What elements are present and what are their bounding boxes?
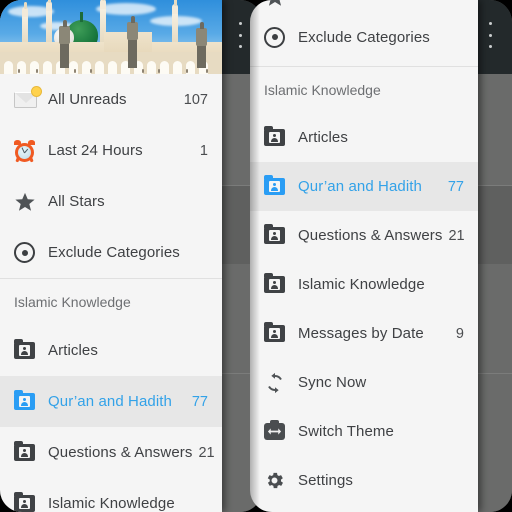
drawer-item-label: All Stars	[48, 193, 105, 210]
drawer-header-image	[0, 0, 222, 74]
folder-contact-icon	[264, 126, 298, 146]
drawer-item-label: Articles	[48, 342, 98, 359]
folder-contact-icon	[264, 175, 298, 195]
drawer-item-label: Exclude Categories	[298, 28, 430, 46]
overflow-menu-icon[interactable]	[482, 22, 498, 48]
drawer-action-switch-theme[interactable]: Switch Theme	[250, 407, 478, 456]
drawer-category-articles[interactable]: Articles	[0, 325, 222, 376]
drawer-item-count: 9	[455, 325, 464, 342]
drawer-item-label: Sync Now	[298, 374, 367, 391]
alarm-clock-icon	[14, 140, 48, 163]
folder-contact-icon	[14, 390, 48, 410]
drawer-category-quran-and-hadith[interactable]: Qur’an and Hadith 77	[250, 162, 478, 211]
phone-screen-right: e to ates: om ding e to ited, ay do	[250, 0, 512, 512]
drawer-category-quran-and-hadith[interactable]: Qur’an and Hadith 77	[0, 376, 222, 427]
screenshot-composite: e to ates: om ding e to ited, ay do	[0, 0, 512, 512]
drawer-action-settings[interactable]: Settings	[250, 456, 478, 505]
drawer-category-islamic-knowledge[interactable]: Islamic Knowledge	[250, 260, 478, 309]
switch-theme-icon	[264, 420, 298, 440]
drawer-item-count: 21	[448, 227, 465, 244]
drawer-item-label: Last 24 Hours	[48, 142, 143, 159]
folder-contact-icon	[264, 224, 298, 244]
drawer-category-articles[interactable]: Articles	[250, 113, 478, 162]
drawer-section-title: Islamic Knowledge	[264, 82, 381, 98]
drawer-item-exclude-categories[interactable]: Exclude Categories	[250, 8, 478, 66]
star-icon	[14, 191, 48, 213]
overflow-menu-icon[interactable]	[232, 22, 248, 48]
target-icon	[264, 26, 298, 48]
drawer-item-exclude-categories[interactable]: Exclude Categories	[0, 227, 222, 278]
drawer-item-label: Settings	[298, 472, 353, 489]
folder-contact-icon	[14, 339, 48, 359]
star-icon	[264, 0, 298, 8]
drawer-item-label: Questions & Answers	[48, 444, 193, 461]
drawer-category-questions-answers[interactable]: Questions & Answers 21	[250, 211, 478, 260]
drawer-item-count: 21	[198, 444, 215, 461]
folder-contact-icon	[14, 441, 48, 461]
drawer-item-last-24-hours[interactable]: Last 24 Hours 1	[0, 125, 222, 176]
drawer-category-islamic-knowledge[interactable]: Islamic Knowledge	[0, 478, 222, 512]
drawer-item-label: Articles	[298, 129, 348, 146]
drawer-item-count: 77	[191, 393, 208, 410]
drawer-item-all-stars[interactable]: All Stars	[0, 176, 222, 227]
folder-contact-icon	[264, 322, 298, 342]
folder-contact-icon	[14, 492, 48, 512]
drawer-item-label: Qur’an and Hadith	[298, 178, 422, 195]
drawer-item-count: 1	[199, 142, 208, 159]
phone-screen-left: e to ates: om ding e to ited, ay do	[0, 0, 262, 512]
target-icon	[14, 242, 48, 263]
drawer-item-label: Qur’an and Hadith	[48, 393, 172, 410]
sync-icon	[264, 372, 298, 394]
overlay-shadow	[250, 0, 260, 512]
folder-contact-icon	[264, 273, 298, 293]
drawer-category-questions-answers[interactable]: Questions & Answers 21	[0, 427, 222, 478]
drawer-item-label: Islamic Knowledge	[298, 276, 425, 293]
drawer-item-label: Messages by Date	[298, 325, 424, 342]
navigation-drawer-right[interactable]: Exclude Categories Islamic Knowledge Art…	[250, 0, 478, 512]
gear-icon	[264, 470, 298, 491]
drawer-item-label: Switch Theme	[298, 423, 394, 440]
drawer-item-all-stars-partial[interactable]	[250, 0, 478, 8]
drawer-item-all-unreads[interactable]: All Unreads 107	[0, 74, 222, 125]
drawer-item-count: 77	[447, 178, 464, 195]
drawer-category-messages-by-date[interactable]: Messages by Date 9	[250, 309, 478, 358]
drawer-item-label: Exclude Categories	[48, 244, 180, 261]
unread-envelope-icon	[14, 86, 48, 108]
drawer-item-count: 107	[183, 91, 208, 108]
drawer-section-title: Islamic Knowledge	[14, 294, 131, 310]
navigation-drawer-left[interactable]: All Unreads 107 Last 24 Hours 1 All Star…	[0, 0, 222, 512]
drawer-action-sync-now[interactable]: Sync Now	[250, 358, 478, 407]
drawer-item-label: Questions & Answers	[298, 227, 443, 244]
drawer-item-label: Islamic Knowledge	[48, 495, 175, 512]
drawer-item-label: All Unreads	[48, 91, 127, 108]
